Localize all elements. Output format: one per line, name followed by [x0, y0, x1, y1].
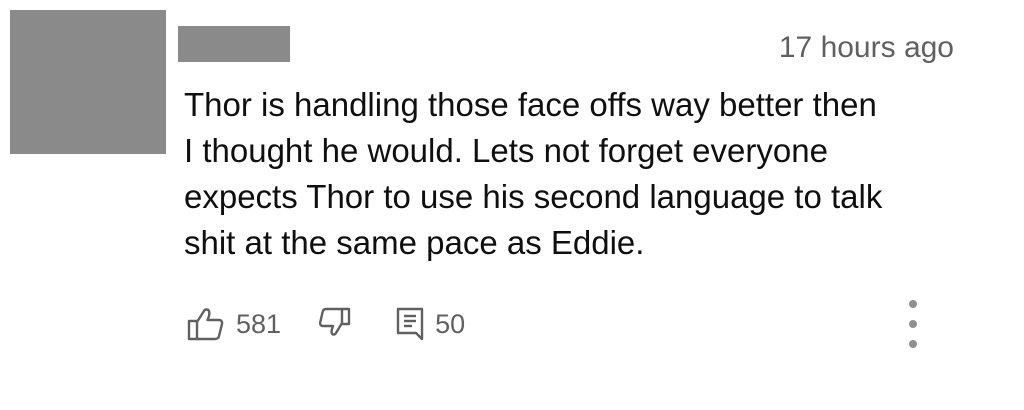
like-button[interactable]: [186, 306, 226, 342]
more-dot: [909, 340, 917, 348]
more-dot: [909, 320, 917, 328]
reply-count: 50: [435, 308, 466, 339]
dislike-button[interactable]: [317, 306, 353, 342]
comment-body: Thor is handling those face offs way bet…: [184, 82, 974, 266]
comment-line: expects Thor to use his second language …: [184, 178, 883, 215]
comment-line: Thor is handling those face offs way bet…: [184, 86, 877, 123]
username-redacted[interactable]: [178, 26, 290, 62]
thumbs-down-icon: [318, 307, 351, 336]
reply-comment-icon: [396, 307, 424, 341]
more-vertical-icon[interactable]: [900, 300, 926, 348]
comment-line: shit at the same pace as Eddie.: [184, 224, 645, 261]
comment-timestamp: 17 hours ago: [778, 31, 954, 64]
thumbs-up-icon: [187, 308, 224, 341]
reply-button[interactable]: [395, 306, 425, 342]
like-count: 581: [236, 308, 282, 339]
comment-action-bar: 581 50: [186, 302, 465, 346]
avatar[interactable]: [10, 10, 166, 154]
more-dot: [909, 300, 917, 308]
comment-line: I thought he would. Lets not forget ever…: [184, 132, 828, 169]
